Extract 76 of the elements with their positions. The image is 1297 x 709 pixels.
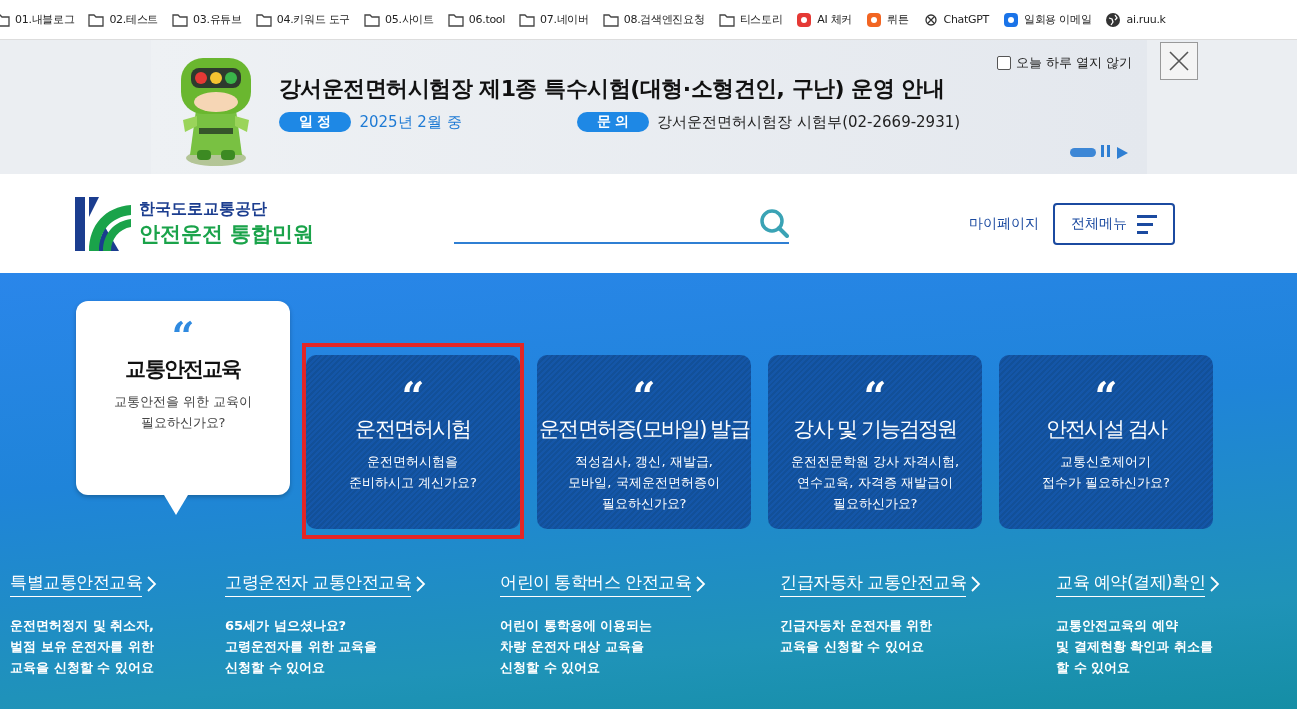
quote-mark: “ [401,381,425,407]
chevron-icon [146,576,157,592]
folder-icon [602,11,619,28]
bookmark[interactable]: 05.사이트 [364,11,438,28]
dismiss-checkbox[interactable]: 오늘 하루 열지 않기 [997,54,1133,72]
bookmark[interactable]: 뤼튼 [866,11,913,28]
bookmark[interactable]: 티스토리 [718,11,787,28]
folder-icon [88,11,105,28]
card-title: 안전시설 검사 [1045,416,1167,443]
globe-icon [1105,11,1122,28]
card-text: 적성검사, 갱신, 재발급, 모바일, 국제운전면허증이 필요하신가요? [568,453,720,513]
service-card[interactable]: “ 강사 및 기능검정원 운전전문학원 강사 자격시험, 연수교육, 자격증 재발급이 필요하신가요? [768,355,982,529]
education-link[interactable]: 어린이 통학버스 안전교육 [500,571,707,597]
checkbox[interactable] [997,56,1012,70]
organization-name: 한국도로교통공단 [139,199,268,220]
menu-icon [1137,213,1157,234]
bookmark[interactable]: 02.테스트 [88,11,163,28]
play-icon [1115,145,1129,160]
bookmark[interactable]: 일회용 이메일 [1003,11,1096,28]
bookmark[interactable]: 08.검색엔진요청 [602,11,709,28]
service-card[interactable]: “ 운전면허증(모바일) 발급 적성검사, 갱신, 재발급, 모바일, 국제운전면허증이 필요하신가요? [537,355,751,529]
bookmark[interactable]: 04.키워드 도구 [255,11,355,28]
slide-indicator [1069,148,1096,157]
banner-title: 강서운전면허시험장 제1종 특수시험(대형·소형견인, 구난) 운영 안내 [278,75,946,103]
quote-mark: “ [632,381,656,407]
search-icon [759,207,790,238]
card-text: 교통신호제어기 접수가 필요하신가요? [1041,453,1170,492]
card-title: 강사 및 기능검정원 [793,416,957,443]
education-link[interactable]: 교육 예약(결제)확인 [1056,571,1221,597]
mypage-link[interactable]: 마이페이지 [969,214,1039,233]
link-description: 긴급자동차 운전자를 위한 교육을 신청할 수 있어요 [780,617,934,656]
card-title: 운전면허시험 [355,416,471,443]
card-text: 운전면허시험을 준비하시고 계신가요? [348,453,477,492]
detail-label: 일 정 [278,112,352,132]
bookmark[interactable]: 06.tool [447,11,510,28]
chevron-icon [1209,576,1221,592]
bookmark[interactable]: ChatGPT [922,11,994,28]
knot-icon [922,11,939,28]
education-link[interactable]: 고령운전자 교통안전교육 [225,571,427,597]
service-name: 안전운전 통합민원 [139,221,315,248]
link-description: 65세가 넘으셨나요? 고령운전자를 위한 교육을 신청할 수 있어요 [225,617,379,677]
chevron-icon [695,576,707,592]
chevron-icon [970,576,982,592]
bookmark[interactable]: AI 체커 [796,11,857,28]
quote-mark: “ [1094,381,1118,407]
detail-value: 2025년 2월 중 [359,112,462,132]
card-title: 교통안전교육 [125,356,241,383]
service-card[interactable]: “ 운전면허시험 운전면허시험을 준비하시고 계신가요? [306,355,520,529]
link-description: 운전면허정지 및 취소자, 벌점 보유 운전자를 위한 교육을 신청할 수 있어요 [10,617,155,677]
education-link[interactable]: 긴급자동차 교통안전교육 [780,571,982,597]
detail-value: 강서운전면허시험장 시험부(02-2669-2931) [657,112,961,132]
folder-icon [447,11,464,28]
bookmark[interactable]: ai.ruu.k [1105,11,1170,28]
card-text: 교통안전을 위한 교육이 필요하신가요? [113,393,253,432]
folder-icon [172,11,189,28]
chevron-icon [415,576,427,592]
folder-icon [718,11,735,28]
logo-icon [75,196,133,251]
quote-mark: “ [171,321,195,347]
link-description: 어린이 통학용에 이용되는 차량 운전자 대상 교육을 신청할 수 있어요 [500,617,654,677]
close-button[interactable] [1159,42,1198,80]
folder-icon [519,11,536,28]
link-description: 교통안전교육의 예약 및 결제현황 확인과 취소를 할 수 있어요 [1056,617,1214,677]
service-card[interactable]: “ 안전시설 검사 교통신호제어기 접수가 필요하신가요? [999,355,1213,529]
menu-button[interactable]: 전체메뉴 [1053,202,1175,245]
detail-label: 문 의 [576,112,650,132]
education-link[interactable]: 특별교통안전교육 [10,571,157,597]
close-icon [1167,50,1190,72]
bookmark[interactable]: 07.네이버 [519,11,593,28]
folder-icon [255,11,272,28]
quote-mark: “ [863,381,887,407]
bookmark[interactable]: 03.유튜브 [172,11,246,28]
bookmark[interactable]: 01.내블로그 [0,11,79,28]
card-title: 운전면허증(모바일) 발급 [539,416,749,443]
card-text: 운전전문학원 강사 자격시험, 연수교육, 자격증 재발급이 필요하신가요? [790,453,960,513]
folder-icon [364,11,381,28]
